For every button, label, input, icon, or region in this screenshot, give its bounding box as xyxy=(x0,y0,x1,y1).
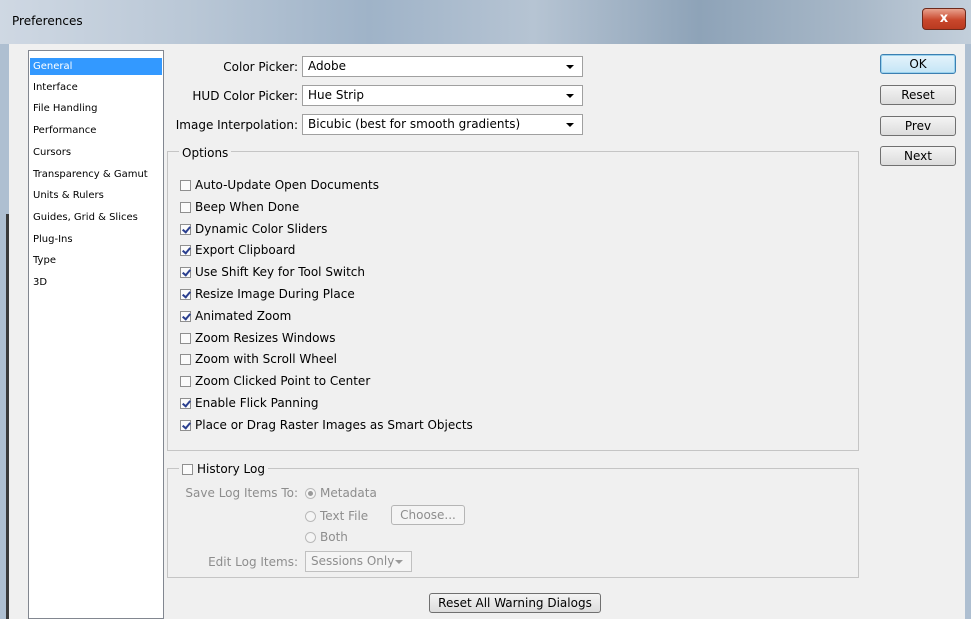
option-checkbox[interactable]: Use Shift Key for Tool Switch xyxy=(180,263,365,281)
window-frame-right xyxy=(965,44,971,619)
next-button[interactable]: Next xyxy=(880,146,956,166)
window-frame-left xyxy=(0,44,9,619)
option-checkbox[interactable]: Beep When Done xyxy=(180,198,299,216)
option-checkbox[interactable]: Resize Image During Place xyxy=(180,285,355,303)
checkbox-checked-icon xyxy=(180,289,191,300)
hud-color-picker-value: Hue Strip xyxy=(308,88,365,102)
radio-both[interactable]: Both xyxy=(305,528,348,546)
option-label: Zoom Resizes Windows xyxy=(195,331,336,345)
category-item-transparency-gamut[interactable]: Transparency & Gamut xyxy=(30,166,162,183)
history-log-checkbox[interactable]: History Log xyxy=(182,462,265,476)
reset-warning-dialogs-button[interactable]: Reset All Warning Dialogs xyxy=(429,593,601,613)
option-label: Auto-Update Open Documents xyxy=(195,178,379,192)
image-interpolation-select[interactable]: Bicubic (best for smooth gradients) xyxy=(302,114,583,135)
radio-text-file-label: Text File xyxy=(320,509,369,523)
option-label: Zoom Clicked Point to Center xyxy=(195,374,371,388)
category-item-interface[interactable]: Interface xyxy=(30,79,162,96)
option-label: Enable Flick Panning xyxy=(195,396,319,410)
save-log-items-label: Save Log Items To: xyxy=(185,486,298,500)
category-item-general[interactable]: General xyxy=(30,58,162,75)
title-bar: Preferences x xyxy=(0,0,971,45)
category-item-cursors[interactable]: Cursors xyxy=(30,144,162,161)
option-checkbox[interactable]: Zoom with Scroll Wheel xyxy=(180,350,337,368)
checkbox-checked-icon xyxy=(180,420,191,431)
category-list[interactable]: General Interface File Handling Performa… xyxy=(28,50,164,619)
prev-button[interactable]: Prev xyxy=(880,116,956,136)
ok-button[interactable]: OK xyxy=(880,54,956,74)
category-item-units-rulers[interactable]: Units & Rulers xyxy=(30,187,162,204)
checkbox-checked-icon xyxy=(180,267,191,278)
edit-log-items-value: Sessions Only xyxy=(311,554,395,568)
checkbox-checked-icon xyxy=(180,311,191,322)
category-item-file-handling[interactable]: File Handling xyxy=(30,100,162,117)
radio-icon xyxy=(305,532,316,543)
option-label: Export Clipboard xyxy=(195,243,296,257)
chevron-down-icon xyxy=(395,560,403,564)
image-interpolation-value: Bicubic (best for smooth gradients) xyxy=(308,117,521,131)
radio-selected-icon xyxy=(305,488,316,499)
radio-text-file[interactable]: Text File xyxy=(305,507,368,525)
category-item-3d[interactable]: 3D xyxy=(30,274,162,291)
checkbox-checked-icon xyxy=(180,398,191,409)
color-picker-select[interactable]: Adobe xyxy=(302,56,583,77)
color-picker-value: Adobe xyxy=(308,59,346,73)
checkbox-icon xyxy=(180,180,191,191)
checkbox-checked-icon xyxy=(180,224,191,235)
option-checkbox[interactable]: Place or Drag Raster Images as Smart Obj… xyxy=(180,416,473,434)
checkbox-icon xyxy=(180,376,191,387)
option-label: Zoom with Scroll Wheel xyxy=(195,352,337,366)
hud-color-picker-label: HUD Color Picker: xyxy=(192,89,298,103)
option-label: Animated Zoom xyxy=(195,309,292,323)
option-checkbox[interactable]: Zoom Resizes Windows xyxy=(180,329,336,347)
option-label: Use Shift Key for Tool Switch xyxy=(195,265,366,279)
options-legend: Options xyxy=(179,146,232,160)
close-button[interactable]: x xyxy=(922,8,966,30)
option-label: Dynamic Color Sliders xyxy=(195,222,328,236)
option-checkbox[interactable]: Enable Flick Panning xyxy=(180,394,318,412)
option-checkbox[interactable]: Dynamic Color Sliders xyxy=(180,220,327,238)
chevron-down-icon xyxy=(566,94,574,98)
option-checkbox[interactable]: Zoom Clicked Point to Center xyxy=(180,372,370,390)
checkbox-icon xyxy=(182,464,193,475)
chevron-down-icon xyxy=(566,123,574,127)
category-item-plug-ins[interactable]: Plug-Ins xyxy=(30,231,162,248)
color-picker-label: Color Picker: xyxy=(223,60,298,74)
category-item-type[interactable]: Type xyxy=(30,252,162,269)
dialog-client: General Interface File Handling Performa… xyxy=(9,44,965,619)
radio-both-label: Both xyxy=(320,530,348,544)
chevron-down-icon xyxy=(566,65,574,69)
radio-metadata[interactable]: Metadata xyxy=(305,484,377,502)
checkbox-icon xyxy=(180,333,191,344)
window-title: Preferences xyxy=(12,14,83,28)
option-checkbox[interactable]: Animated Zoom xyxy=(180,307,291,325)
choose-button[interactable]: Choose... xyxy=(391,505,465,525)
close-icon: x xyxy=(939,11,949,26)
history-log-legend: History Log xyxy=(179,460,268,478)
option-checkbox[interactable]: Export Clipboard xyxy=(180,241,295,259)
checkbox-icon xyxy=(180,354,191,365)
edit-log-items-select[interactable]: Sessions Only xyxy=(305,551,412,572)
option-checkbox[interactable]: Auto-Update Open Documents xyxy=(180,176,379,194)
checkbox-icon xyxy=(180,202,191,213)
option-label: Resize Image During Place xyxy=(195,287,355,301)
checkbox-checked-icon xyxy=(180,245,191,256)
option-label: Beep When Done xyxy=(195,200,300,214)
history-log-label: History Log xyxy=(197,462,265,476)
reset-button[interactable]: Reset xyxy=(880,85,956,105)
edit-log-items-label: Edit Log Items: xyxy=(208,555,298,569)
hud-color-picker-select[interactable]: Hue Strip xyxy=(302,85,583,106)
category-item-guides-grid-slices[interactable]: Guides, Grid & Slices xyxy=(30,209,162,226)
radio-icon xyxy=(305,511,316,522)
image-interpolation-label: Image Interpolation: xyxy=(175,118,298,132)
option-label: Place or Drag Raster Images as Smart Obj… xyxy=(195,418,473,432)
radio-metadata-label: Metadata xyxy=(320,486,377,500)
category-item-performance[interactable]: Performance xyxy=(30,122,162,139)
